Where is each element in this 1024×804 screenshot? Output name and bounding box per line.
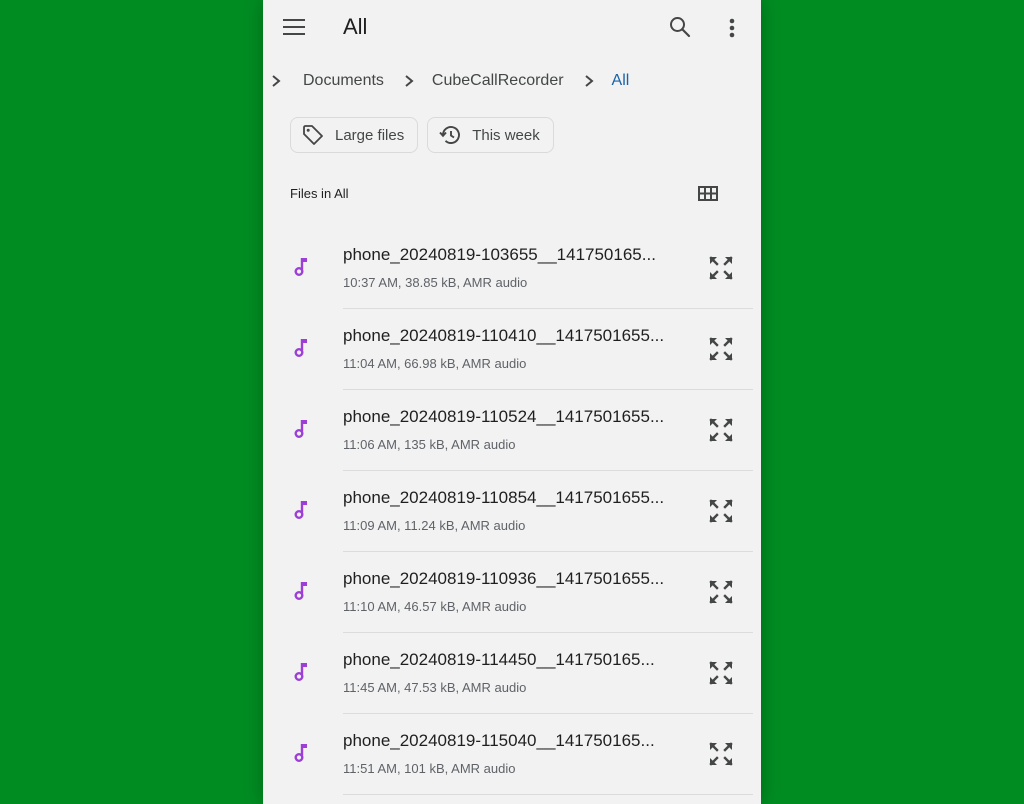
file-name: phone_20240819-115040__141750165...: [343, 731, 655, 750]
file-meta: 11:06 AM, 135 kB, AMR audio: [343, 437, 516, 452]
file-name: phone_20240819-110524__1417501655...: [343, 407, 665, 426]
expand-preview-button[interactable]: [707, 740, 735, 768]
fullscreen-icon: [709, 418, 733, 442]
history-icon: [438, 123, 462, 147]
search-button[interactable]: [667, 14, 693, 40]
more-options-button[interactable]: [721, 14, 743, 42]
menu-button[interactable]: [281, 14, 307, 40]
file-list: phone_20240819-103655__141750165... 10:3…: [263, 228, 761, 795]
chip-large-files[interactable]: Large files: [290, 117, 419, 153]
fullscreen-icon: [709, 337, 733, 361]
chevron-right-icon: [582, 74, 596, 88]
chip-this-week[interactable]: This week: [427, 117, 554, 153]
fullscreen-icon: [709, 742, 733, 766]
file-list-item[interactable]: phone_20240819-110854__1417501655... 11:…: [263, 471, 761, 552]
file-list-item[interactable]: phone_20240819-110524__1417501655... 11:…: [263, 390, 761, 471]
section-title: Files in All: [290, 186, 349, 201]
chevron-right-icon: [402, 74, 416, 88]
expand-preview-button[interactable]: [707, 254, 735, 282]
file-list-item[interactable]: phone_20240819-115040__141750165... 11:5…: [263, 714, 761, 795]
toggle-grid-view-button[interactable]: [697, 184, 719, 202]
file-list-item[interactable]: phone_20240819-110410__1417501655... 11:…: [263, 309, 761, 390]
expand-preview-button[interactable]: [707, 659, 735, 687]
audio-file-icon: [290, 741, 314, 765]
chevron-right-icon: [269, 74, 283, 88]
file-list-item[interactable]: phone_20240819-110936__1417501655... 11:…: [263, 552, 761, 633]
breadcrumb-documents[interactable]: Documents: [303, 72, 384, 90]
file-meta: 11:04 AM, 66.98 kB, AMR audio: [343, 356, 527, 371]
audio-file-icon: [290, 660, 314, 684]
file-browser-screen: All Documents CubeCallRecorder All Large…: [263, 0, 761, 804]
hamburger-menu-icon: [283, 19, 305, 35]
row-divider: [343, 794, 753, 795]
file-meta: 11:51 AM, 101 kB, AMR audio: [343, 761, 516, 776]
audio-file-icon: [290, 336, 314, 360]
filter-chips: Large files This week: [290, 117, 554, 153]
expand-preview-button[interactable]: [707, 335, 735, 363]
top-app-bar: All: [263, 0, 761, 56]
breadcrumb: Documents CubeCallRecorder All: [263, 68, 761, 94]
fullscreen-icon: [709, 661, 733, 685]
file-name: phone_20240819-110854__1417501655...: [343, 488, 665, 507]
audio-file-icon: [290, 579, 314, 603]
file-name: phone_20240819-110410__1417501655...: [343, 326, 665, 345]
audio-file-icon: [290, 417, 314, 441]
more-vert-icon: [729, 18, 735, 38]
fullscreen-icon: [709, 256, 733, 280]
file-list-item[interactable]: phone_20240819-103655__141750165... 10:3…: [263, 228, 761, 309]
tag-icon: [301, 123, 325, 147]
file-name: phone_20240819-110936__1417501655...: [343, 569, 665, 588]
grid-view-icon: [698, 185, 718, 201]
expand-preview-button[interactable]: [707, 416, 735, 444]
breadcrumb-all[interactable]: All: [612, 72, 630, 90]
expand-preview-button[interactable]: [707, 578, 735, 606]
chip-label: Large files: [335, 126, 405, 144]
file-meta: 11:45 AM, 47.53 kB, AMR audio: [343, 680, 527, 695]
fullscreen-icon: [709, 580, 733, 604]
audio-file-icon: [290, 498, 314, 522]
file-meta: 11:10 AM, 46.57 kB, AMR audio: [343, 599, 527, 614]
fullscreen-icon: [709, 499, 733, 523]
audio-file-icon: [290, 255, 314, 279]
file-list-item[interactable]: phone_20240819-114450__141750165... 11:4…: [263, 633, 761, 714]
file-name: phone_20240819-103655__141750165...: [343, 245, 656, 264]
file-meta: 10:37 AM, 38.85 kB, AMR audio: [343, 275, 528, 290]
chip-label: This week: [472, 126, 540, 144]
file-meta: 11:09 AM, 11.24 kB, AMR audio: [343, 518, 526, 533]
file-name: phone_20240819-114450__141750165...: [343, 650, 655, 669]
search-icon: [670, 17, 691, 38]
expand-preview-button[interactable]: [707, 497, 735, 525]
page-title: All: [343, 14, 368, 39]
breadcrumb-cubecallrecorder[interactable]: CubeCallRecorder: [432, 72, 564, 90]
